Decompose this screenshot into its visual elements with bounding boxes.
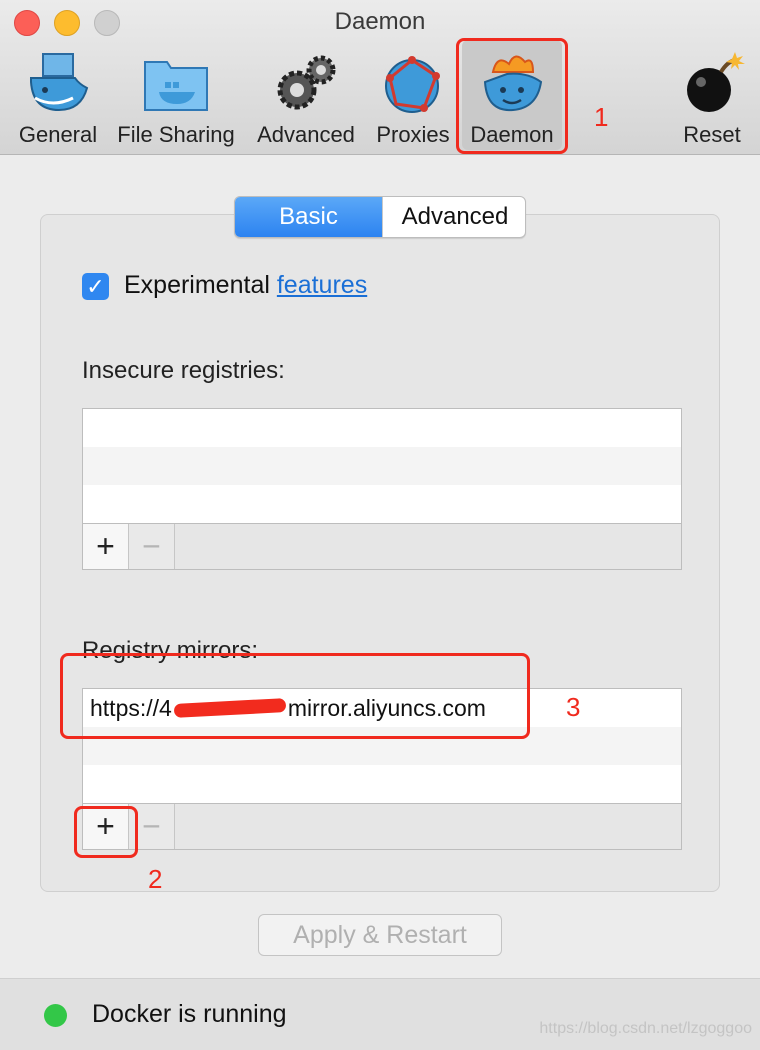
window-title: Daemon — [334, 8, 426, 35]
whale-container-icon — [30, 53, 89, 112]
tab-switcher: Basic Advanced — [234, 196, 526, 238]
list-toolbar: + − — [83, 803, 681, 849]
experimental-text: Experimental — [124, 271, 270, 299]
toolbar-item-file-sharing[interactable]: File Sharing — [112, 40, 240, 150]
annotation-box-daemon — [456, 38, 568, 154]
tab-advanced[interactable]: Advanced — [382, 197, 525, 237]
list-item[interactable] — [83, 765, 681, 803]
toolbar-label: File Sharing — [117, 122, 235, 147]
remove-insecure-registry-button[interactable]: − — [129, 524, 175, 569]
annotation-number: 3 — [566, 692, 581, 722]
insecure-registries-label: Insecure registries: — [82, 357, 285, 384]
features-link[interactable]: features — [277, 271, 367, 299]
toolbar-label: General — [18, 122, 98, 147]
toolbar-item-proxies[interactable]: Proxies — [372, 40, 454, 150]
annotation-number: 2 — [148, 864, 163, 894]
title-bar: Daemon General File Sharing Advanced Pro… — [0, 0, 760, 155]
toolbar-item-reset[interactable]: Reset — [672, 40, 752, 150]
add-insecure-registry-button[interactable]: + — [83, 524, 129, 569]
folder-whale-icon — [144, 61, 208, 111]
toolbar-label: Reset — [683, 122, 741, 147]
toolbar-item-advanced[interactable]: Advanced — [252, 40, 360, 150]
toolbar-label: Proxies — [376, 122, 450, 147]
bomb-icon — [687, 52, 745, 112]
toolbar-label: Advanced — [257, 122, 355, 147]
experimental-checkbox[interactable]: ✓ — [82, 273, 109, 300]
annotation-box-mirror-entry — [60, 653, 530, 739]
apply-restart-button[interactable]: Apply & Restart — [258, 914, 502, 956]
watermark: https://blog.csdn.net/lzgoggoo — [539, 1020, 752, 1037]
toolbar-item-general[interactable]: General — [14, 40, 102, 150]
tab-basic[interactable]: Basic — [235, 197, 382, 237]
whale-network-icon — [385, 56, 440, 113]
status-indicator-icon — [44, 1004, 67, 1027]
list-item[interactable] — [83, 485, 681, 523]
checkmark-icon: ✓ — [86, 273, 105, 299]
gears-icon — [277, 55, 336, 110]
insecure-registries-list[interactable]: + − — [82, 408, 682, 570]
list-item[interactable] — [83, 447, 681, 485]
annotation-number: 1 — [594, 102, 609, 132]
list-item[interactable] — [83, 409, 681, 447]
annotation-box-add-button — [74, 806, 138, 858]
experimental-label: Experimental features — [124, 271, 367, 300]
status-text: Docker is running — [92, 1000, 287, 1028]
list-toolbar: + − — [83, 523, 681, 569]
